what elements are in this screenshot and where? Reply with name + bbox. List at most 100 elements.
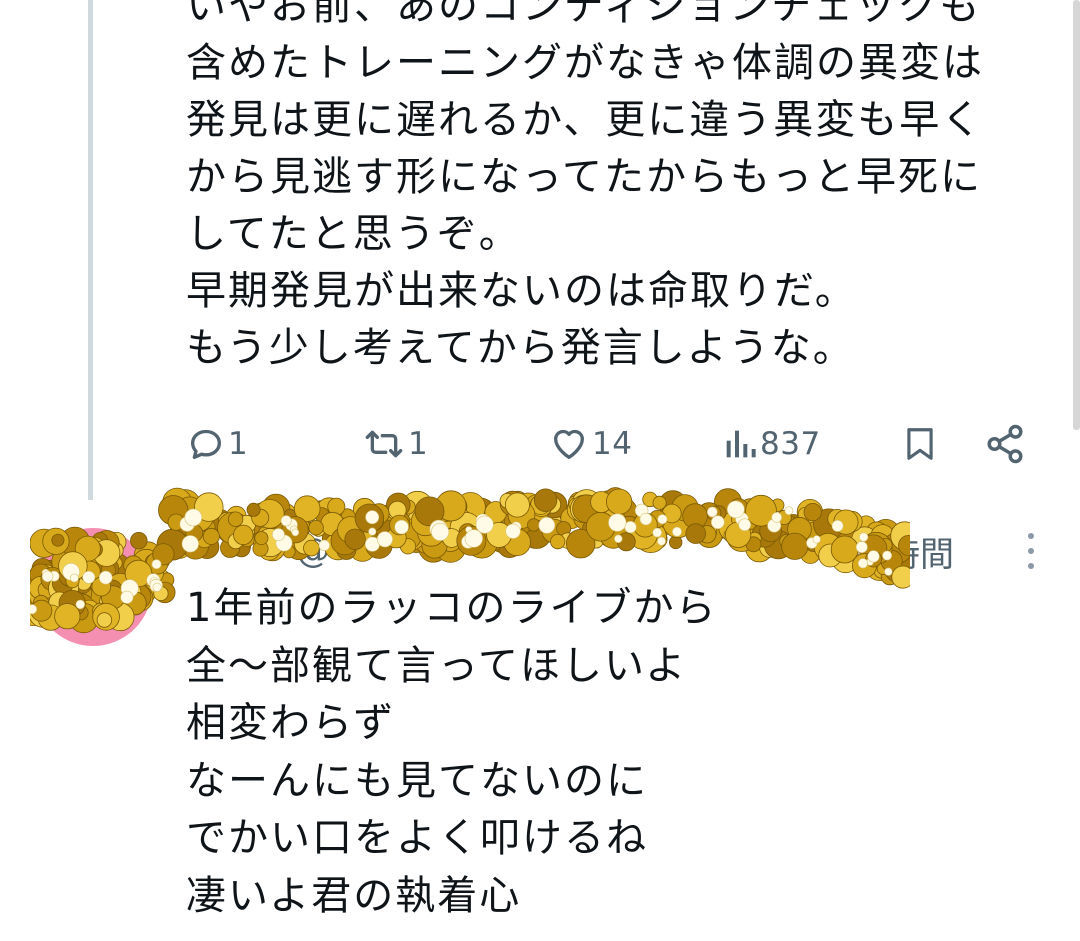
reply-count: 1	[228, 426, 249, 462]
glitter-sequin	[579, 499, 601, 522]
glitter-sequin	[373, 511, 387, 525]
glitter-sequin	[568, 491, 590, 513]
post1-line: もう少し考えてから発言しような。	[186, 325, 855, 371]
glitter-sequin	[169, 489, 201, 521]
glitter-sequin	[509, 498, 539, 528]
glitter-sequin	[315, 497, 343, 525]
glitter-sequin	[717, 499, 734, 516]
glitter-sequin	[452, 508, 467, 523]
post1-line: いやお前、あのコンディションチェックも	[186, 0, 982, 29]
glitter-sequin	[750, 501, 771, 522]
post2-line: 相変わらず	[186, 700, 396, 746]
retweet-count: 1	[408, 426, 429, 462]
glitter-sequin	[567, 495, 583, 511]
glitter-sequin	[426, 498, 449, 522]
user-handle: @	[296, 531, 330, 571]
glitter-sequin	[153, 585, 169, 602]
glitter-sequin	[368, 503, 390, 525]
glitter-sequin	[171, 496, 186, 512]
glitter-sequin	[283, 508, 297, 522]
reply-button[interactable]: 1	[186, 416, 248, 472]
glitter-sequin	[504, 492, 530, 518]
post2-header: @ 時間	[186, 524, 1046, 578]
reply-icon	[191, 429, 221, 459]
glitter-sequin	[327, 497, 346, 516]
glitter-sequin	[414, 496, 445, 527]
glitter-sequin	[543, 495, 562, 514]
glitter-sparkle	[657, 514, 668, 525]
glitter-sequin	[484, 501, 508, 524]
glitter-sequin	[713, 488, 743, 517]
glitter-sequin	[246, 502, 261, 517]
glitter-sequin	[160, 499, 181, 519]
glitter-sequin	[386, 492, 411, 517]
glitter-sequin	[375, 504, 397, 526]
glitter-sequin	[455, 494, 474, 514]
glitter-sequin	[499, 490, 526, 517]
glitter-sequin	[280, 504, 296, 520]
thread-line	[88, 0, 93, 500]
glitter-sequin	[194, 492, 224, 522]
glitter-sequin	[706, 505, 722, 521]
glitter-sequin	[610, 489, 628, 507]
glitter-sequin	[435, 490, 467, 522]
more-button[interactable]	[1016, 528, 1046, 574]
glitter-sequin	[499, 492, 516, 509]
retweet-button[interactable]: 1	[362, 416, 428, 472]
glitter-sequin	[154, 581, 176, 604]
glitter-sequin	[745, 494, 777, 527]
glitter-sequin	[187, 510, 201, 524]
glitter-sparkle	[152, 582, 162, 592]
glitter-sparkle	[634, 503, 649, 518]
glitter-sequin	[455, 492, 486, 523]
glitter-sequin	[599, 491, 613, 505]
glitter-sequin	[492, 502, 513, 523]
glitter-sequin	[401, 490, 434, 524]
post1-line: 含めたトレーニングがなきゃ体調の異変は	[186, 40, 984, 86]
post2-line: 1年前のラッコのライブから	[186, 585, 718, 631]
share-button[interactable]	[984, 416, 1026, 472]
glitter-sequin	[530, 494, 551, 515]
retweet-icon	[365, 430, 403, 458]
glitter-sequin	[568, 497, 582, 512]
bookmark-button[interactable]	[901, 416, 939, 472]
like-button[interactable]: 14	[548, 416, 632, 472]
glitter-sequin	[667, 499, 683, 515]
glitter-sequin	[262, 493, 291, 522]
glitter-sequin	[445, 495, 468, 518]
glitter-sequin	[314, 507, 330, 523]
glitter-sparkle	[771, 512, 783, 523]
glitter-sequin	[425, 504, 443, 523]
glitter-sequin	[604, 487, 627, 510]
glitter-sequin	[771, 498, 785, 512]
glitter-sequin	[587, 495, 603, 511]
glitter-sequin	[386, 497, 412, 522]
glitter-sequin	[605, 488, 633, 515]
views-button[interactable]: 837	[722, 416, 821, 472]
glitter-sequin	[293, 495, 321, 523]
glitter-sequin	[529, 494, 553, 517]
heart-icon	[554, 429, 584, 459]
glitter-sequin	[597, 490, 620, 514]
glitter-sequin	[711, 505, 727, 521]
glitter-sequin	[661, 503, 682, 524]
glitter-sequin	[609, 493, 634, 518]
post1-line: 発見は更に遅れるか、更に違う異変も早く	[186, 97, 984, 143]
glitter-sequin	[151, 551, 170, 571]
scrollbar[interactable]	[1073, 0, 1080, 430]
glitter-sequin	[661, 507, 675, 521]
glitter-sparkle	[784, 506, 794, 516]
glitter-sequin	[596, 491, 624, 519]
glitter-sequin	[575, 505, 595, 525]
views-icon	[726, 430, 756, 458]
post2-line: 全〜部観て言ってほしいよ	[186, 642, 688, 689]
post2-line: でかい口をよく叩けるね	[186, 815, 648, 861]
post1-action-bar: 1 1 14 837	[186, 416, 1036, 472]
glitter-sequin	[658, 490, 688, 519]
glitter-sequin	[513, 492, 544, 523]
glitter-sequin	[313, 500, 328, 515]
glitter-sequin	[541, 491, 568, 519]
glitter-sequin	[590, 491, 613, 514]
more-icon-dot	[1028, 547, 1034, 554]
avatar[interactable]	[34, 528, 152, 646]
